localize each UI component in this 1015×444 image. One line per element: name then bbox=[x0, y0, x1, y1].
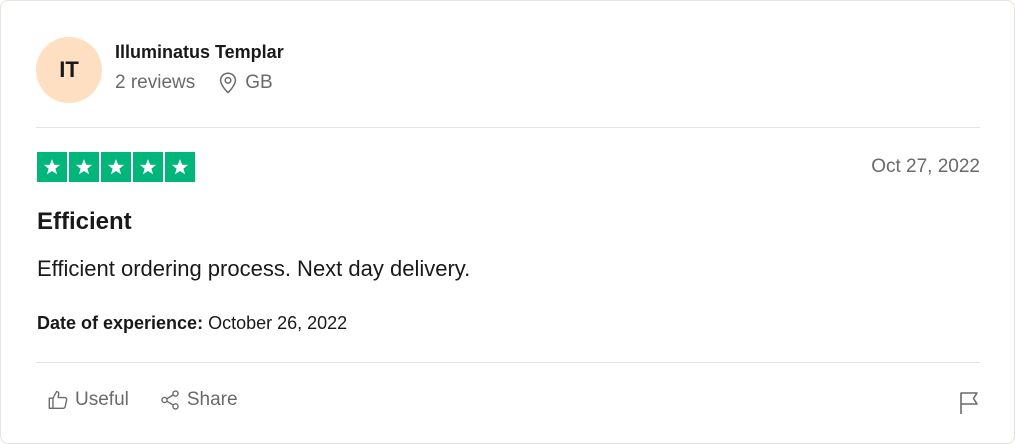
consumer-name[interactable]: Illuminatus Templar bbox=[115, 41, 284, 63]
date-of-experience: Date of experience: October 26, 2022 bbox=[37, 313, 347, 334]
useful-label: Useful bbox=[75, 389, 129, 410]
review-body: Efficient ordering process. Next day del… bbox=[37, 256, 471, 281]
review-actions: Useful Share bbox=[47, 389, 238, 411]
share-label: Share bbox=[186, 389, 238, 410]
review-card: IT Illuminatus Templar 2 reviews GB Oct … bbox=[0, 0, 1015, 444]
avatar[interactable]: IT bbox=[36, 37, 102, 103]
review-title[interactable]: Efficient bbox=[37, 208, 132, 236]
thumbs-up-icon bbox=[48, 390, 68, 409]
star-icon bbox=[101, 152, 131, 182]
report-button[interactable] bbox=[958, 390, 980, 421]
consumer-location: GB bbox=[219, 72, 273, 94]
consumer-header: IT Illuminatus Templar 2 reviews GB bbox=[36, 37, 284, 103]
divider bbox=[36, 362, 980, 363]
divider bbox=[36, 127, 980, 128]
star-rating bbox=[37, 152, 195, 182]
share-icon bbox=[161, 390, 179, 410]
review-count: 2 reviews bbox=[115, 72, 196, 93]
experience-label: Date of experience: bbox=[37, 313, 204, 333]
star-icon bbox=[69, 152, 99, 182]
country-code: GB bbox=[245, 72, 273, 93]
experience-date: October 26, 2022 bbox=[208, 313, 348, 333]
consumer-meta: 2 reviews GB bbox=[115, 72, 284, 94]
review-date: Oct 27, 2022 bbox=[871, 156, 980, 177]
share-button[interactable]: Share bbox=[159, 389, 238, 411]
consumer-info: Illuminatus Templar 2 reviews GB bbox=[115, 41, 284, 94]
location-pin-icon bbox=[220, 72, 237, 94]
star-icon bbox=[133, 152, 163, 182]
star-icon bbox=[165, 152, 195, 182]
star-icon bbox=[37, 152, 67, 182]
flag-icon bbox=[960, 392, 978, 414]
useful-button[interactable]: Useful bbox=[47, 389, 129, 411]
